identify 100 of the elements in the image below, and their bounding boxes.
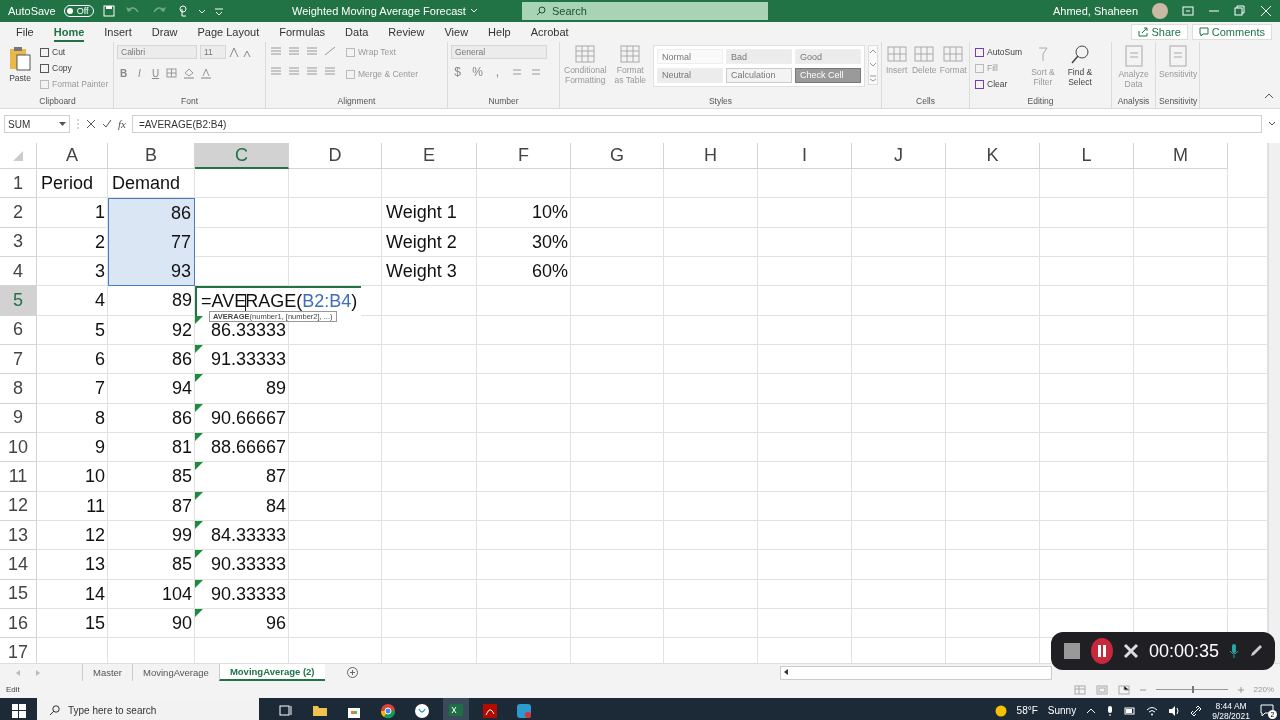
- column-header[interactable]: D: [289, 143, 382, 169]
- search-icon[interactable]: [49, 705, 60, 716]
- column-header[interactable]: M: [1134, 143, 1228, 169]
- notification-icon[interactable]: [1260, 704, 1274, 717]
- row-header[interactable]: 8: [0, 374, 37, 404]
- document-title[interactable]: Weighted Moving Average Forecast: [292, 5, 466, 17]
- ribbon-tab[interactable]: File: [6, 24, 44, 40]
- error-indicator-icon[interactable]: [195, 608, 203, 617]
- fill-color-icon[interactable]: [182, 67, 196, 79]
- cell-style-swatch[interactable]: Normal: [657, 49, 723, 64]
- editing-command[interactable]: Clear: [973, 77, 1023, 91]
- editing-command[interactable]: Find & Select: [1062, 45, 1097, 96]
- enter-icon[interactable]: [102, 119, 112, 129]
- expand-icon[interactable]: [1268, 121, 1276, 127]
- font-color-icon[interactable]: [199, 67, 213, 79]
- column-header[interactable]: E: [382, 143, 477, 169]
- drag-handle-icon[interactable]: [76, 118, 80, 130]
- pause-icon[interactable]: [1096, 645, 1107, 657]
- weather-label[interactable]: Sunny: [1047, 705, 1077, 716]
- editing-command[interactable]: AutoSum: [973, 45, 1023, 59]
- error-indicator-icon[interactable]: [195, 491, 203, 500]
- microphone-icon[interactable]: [1106, 704, 1115, 717]
- row-header[interactable]: 2: [0, 198, 37, 228]
- formula-field[interactable]: =AVERAGE(B2:B4): [131, 115, 1262, 133]
- ribbon-tab[interactable]: Formulas: [269, 24, 336, 40]
- vertical-scrollbar[interactable]: [1268, 143, 1280, 663]
- row-header[interactable]: 11: [0, 462, 37, 492]
- row-header[interactable]: 5: [0, 286, 37, 316]
- row-header[interactable]: 13: [0, 520, 37, 551]
- stop-icon[interactable]: [1063, 642, 1081, 660]
- error-indicator-icon[interactable]: [195, 462, 203, 471]
- command-icon[interactable]: [974, 46, 985, 58]
- restore-icon[interactable]: [1234, 5, 1246, 17]
- row-header[interactable]: 9: [0, 403, 37, 433]
- taskbar-search-field[interactable]: Type here to search: [37, 698, 259, 720]
- cell-style-swatch[interactable]: Neutral: [657, 67, 723, 83]
- error-indicator-icon[interactable]: [195, 403, 203, 412]
- number-format-field[interactable]: General: [451, 45, 547, 59]
- ribbon-tab[interactable]: Draw: [141, 24, 188, 40]
- row-header[interactable]: 14: [0, 550, 37, 580]
- paste-button[interactable]: Paste: [5, 45, 35, 96]
- column-header[interactable]: I: [758, 143, 852, 169]
- command-icon[interactable]: [39, 46, 50, 58]
- link-icon[interactable]: [1190, 704, 1203, 717]
- avatar[interactable]: [1152, 3, 1168, 19]
- ribbon-tab[interactable]: Insert: [94, 24, 142, 40]
- clipboard-command[interactable]: Cut: [38, 45, 110, 59]
- error-indicator-icon[interactable]: [195, 579, 203, 588]
- sun-icon[interactable]: [994, 704, 1007, 717]
- command-icon[interactable]: [974, 78, 985, 90]
- comments-button[interactable]: Comments: [1191, 24, 1272, 40]
- zoom-thumb[interactable]: [1191, 686, 1194, 693]
- save-icon[interactable]: [101, 4, 116, 18]
- close-icon[interactable]: [1122, 643, 1139, 659]
- pause-button[interactable]: [1091, 638, 1113, 664]
- page-break-icon[interactable]: [1117, 684, 1130, 695]
- insert-function-button[interactable]: fx: [118, 118, 126, 130]
- clipboard-command[interactable]: Copy: [38, 61, 110, 75]
- wifi-icon[interactable]: [1146, 705, 1159, 716]
- ribbon-tab[interactable]: Home: [43, 24, 95, 40]
- pen-icon[interactable]: [1249, 644, 1263, 658]
- error-indicator-icon[interactable]: [195, 315, 203, 324]
- row-header[interactable]: 7: [0, 344, 37, 375]
- name-box[interactable]: SUM: [4, 115, 70, 133]
- cancel-icon[interactable]: [86, 119, 96, 129]
- search-icon[interactable]: [536, 6, 546, 16]
- grow-font-icon[interactable]: [229, 46, 239, 58]
- sheet-tab[interactable]: MovingAverage (2): [218, 664, 325, 681]
- clock-time[interactable]: 8:44 AM: [1215, 700, 1247, 711]
- font-size-field[interactable]: 11: [200, 45, 226, 59]
- column-header[interactable]: F: [477, 143, 571, 169]
- column-header[interactable]: H: [664, 143, 758, 169]
- search-icon[interactable]: [1069, 45, 1090, 65]
- cell-style-swatch[interactable]: Good: [795, 49, 861, 64]
- chevron-up-icon[interactable]: [1086, 706, 1097, 715]
- command-icon[interactable]: [39, 62, 50, 74]
- row-header[interactable]: 6: [0, 315, 37, 345]
- ribbon-tab[interactable]: Page Layout: [187, 24, 270, 40]
- row-header[interactable]: 15: [0, 579, 37, 609]
- caret-icon[interactable]: [59, 121, 66, 127]
- row-header[interactable]: 16: [0, 608, 37, 639]
- error-indicator-icon[interactable]: [195, 550, 203, 559]
- ribbon-tab[interactable]: Data: [335, 24, 379, 40]
- row-header[interactable]: 1: [0, 169, 37, 199]
- column-header[interactable]: C: [195, 143, 289, 169]
- row-header[interactable]: 3: [0, 227, 37, 257]
- gallery-scroll-icon[interactable]: [868, 45, 878, 85]
- share-button[interactable]: Share: [1131, 24, 1188, 40]
- cell-style-swatch[interactable]: Calculation: [726, 67, 792, 83]
- ribbon-tab[interactable]: View: [434, 24, 479, 40]
- row-header[interactable]: 4: [0, 257, 37, 287]
- borders-icon[interactable]: [165, 67, 179, 79]
- ribbon-tab[interactable]: Review: [378, 24, 435, 40]
- column-header[interactable]: K: [946, 143, 1040, 169]
- add-sheet-icon[interactable]: [346, 667, 358, 678]
- share-icon[interactable]: [1138, 27, 1149, 37]
- collapse-ribbon-icon[interactable]: [1264, 92, 1274, 100]
- column-header[interactable]: G: [571, 143, 664, 169]
- comment-icon[interactable]: [1198, 27, 1209, 37]
- cell-style-swatch[interactable]: Bad: [726, 49, 792, 64]
